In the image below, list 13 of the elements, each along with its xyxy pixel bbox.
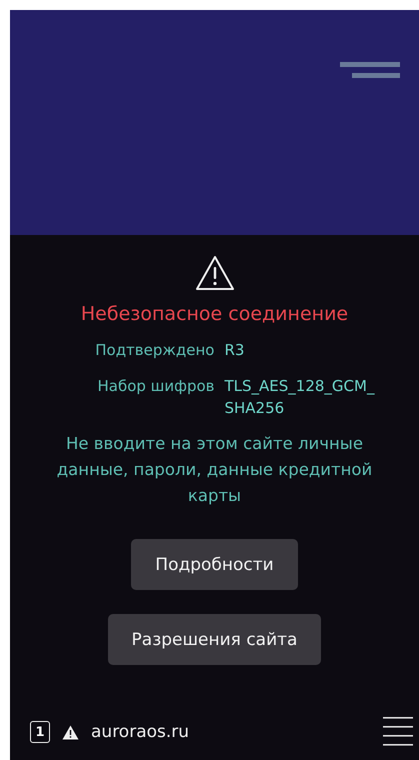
detail-label: Набор шифров	[96, 376, 214, 397]
panel-button[interactable]: Подробности	[131, 539, 298, 590]
url-text[interactable]: auroraos.ru	[91, 722, 371, 742]
warning-icon	[62, 724, 79, 740]
menu-icon[interactable]	[383, 716, 413, 748]
tab-count[interactable]: 1	[30, 721, 50, 743]
detail-label: Подтверждено	[94, 340, 214, 361]
detail-value: TLS_AES_128_GCM_ SHA256	[224, 376, 376, 419]
panel-button[interactable]: Разрешения сайта	[108, 614, 322, 665]
connection-title: Небезопасное соединение	[80, 303, 348, 325]
warning-text: Не вводите на этом сайте личные данные, пароли, данные кредитной карты	[56, 433, 374, 507]
warning-icon	[194, 255, 234, 291]
detail-value: R3	[224, 340, 246, 361]
